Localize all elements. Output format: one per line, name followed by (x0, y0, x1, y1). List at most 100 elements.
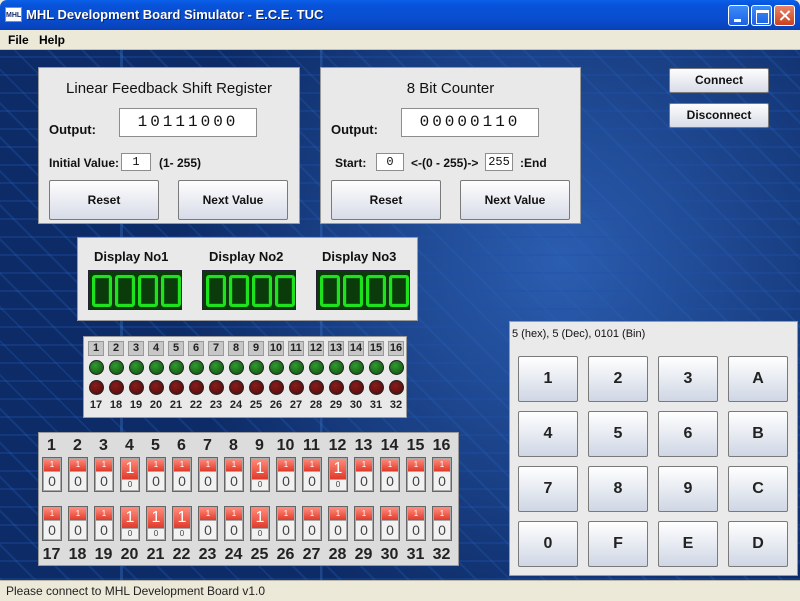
led-number-bottom: 29 (329, 399, 343, 411)
switch-on-side: 1 (330, 508, 346, 520)
keypad-key-7[interactable]: 7 (518, 466, 578, 512)
switch-number-bottom: 19 (94, 546, 113, 563)
lfsr-next-button[interactable]: Next Value (178, 180, 288, 220)
menu-bar: File Help (0, 30, 800, 50)
keypad-key-3[interactable]: 3 (658, 356, 718, 402)
switch-number-top: 7 (203, 437, 212, 454)
led-number-top: 10 (268, 341, 284, 356)
dip-switch-top[interactable]: 10 (198, 457, 218, 492)
led-number-top: 11 (288, 341, 304, 356)
dip-switch-top[interactable]: 10 (276, 457, 296, 492)
switch-off-side: 0 (44, 521, 60, 539)
switch-off-side: 0 (408, 521, 424, 539)
dip-switch-bottom[interactable]: 10 (302, 506, 322, 541)
menu-help[interactable]: Help (39, 33, 65, 47)
lfsr-reset-button[interactable]: Reset (49, 180, 159, 220)
connect-button[interactable]: Connect (669, 68, 769, 93)
dip-switch-top[interactable]: 10 (42, 457, 62, 492)
lfsr-initial-input[interactable]: 1 (121, 153, 151, 171)
keypad-key-9[interactable]: 9 (658, 466, 718, 512)
keypad-key-b[interactable]: B (728, 411, 788, 457)
dip-switch-bottom[interactable]: 10 (432, 506, 452, 541)
dip-switch-bottom[interactable]: 10 (224, 506, 244, 541)
dip-switch-top[interactable]: 10 (406, 457, 426, 492)
title-bar[interactable]: MHL MHL Development Board Simulator - E.… (0, 0, 800, 30)
counter-start-input[interactable]: 0 (376, 153, 404, 171)
dip-switch-bottom[interactable]: 10 (328, 506, 348, 541)
dip-switch-top[interactable]: 10 (94, 457, 114, 492)
counter-end-input[interactable]: 255 (485, 153, 513, 171)
dip-switch-top[interactable]: 10 (354, 457, 374, 492)
keypad-key-6[interactable]: 6 (658, 411, 718, 457)
segment-digit (206, 275, 226, 307)
switch-on-side: 1 (122, 459, 138, 479)
lfsr-title: Linear Feedback Shift Register (66, 80, 272, 97)
dip-switch-top[interactable]: 10 (146, 457, 166, 492)
dip-switch-top[interactable]: 10 (68, 457, 88, 492)
dip-switch-bottom[interactable]: 10 (94, 506, 114, 541)
dip-switch-bottom[interactable]: 10 (146, 506, 166, 541)
dip-switch-bottom[interactable]: 10 (250, 506, 270, 541)
keypad-key-1[interactable]: 1 (518, 356, 578, 402)
dip-switch-top[interactable]: 10 (302, 457, 322, 492)
lfsr-initial-label: Initial Value: (49, 156, 120, 170)
dip-switch-bottom[interactable]: 10 (380, 506, 400, 541)
dip-switch-bottom[interactable]: 10 (276, 506, 296, 541)
led-red (109, 380, 124, 395)
dip-switch-bottom[interactable]: 10 (68, 506, 88, 541)
led-green (169, 360, 184, 375)
switch-number-top: 8 (229, 437, 238, 454)
keypad-key-a[interactable]: A (728, 356, 788, 402)
switch-on-side: 1 (408, 459, 424, 471)
switch-off-side: 0 (226, 472, 242, 490)
dip-switch-top[interactable]: 10 (328, 457, 348, 492)
led-red (89, 380, 104, 395)
keypad-key-8[interactable]: 8 (588, 466, 648, 512)
dip-switch-top[interactable]: 10 (380, 457, 400, 492)
dip-switch-bottom[interactable]: 10 (42, 506, 62, 541)
keypad-key-5[interactable]: 5 (588, 411, 648, 457)
dip-switch-top[interactable]: 10 (120, 457, 140, 492)
dip-switch-top[interactable]: 10 (432, 457, 452, 492)
keypad-key-e[interactable]: E (658, 521, 718, 567)
counter-output-field: 00000110 (401, 108, 539, 137)
keypad-key-f[interactable]: F (588, 521, 648, 567)
switch-on-side: 1 (96, 459, 112, 471)
counter-reset-button[interactable]: Reset (331, 180, 441, 220)
dip-switch-top[interactable]: 10 (250, 457, 270, 492)
minimize-button[interactable] (728, 5, 749, 26)
keypad-key-c[interactable]: C (728, 466, 788, 512)
switch-number-top: 14 (380, 437, 399, 454)
led-green (129, 360, 144, 375)
switch-off-side: 0 (174, 529, 190, 539)
led-number-top: 2 (108, 341, 124, 356)
disconnect-button[interactable]: Disconnect (669, 103, 769, 128)
segment-digit (366, 275, 386, 307)
dip-switch-bottom[interactable]: 10 (406, 506, 426, 541)
close-button[interactable] (774, 5, 795, 26)
led-green (189, 360, 204, 375)
keypad-key-2[interactable]: 2 (588, 356, 648, 402)
counter-next-button[interactable]: Next Value (460, 180, 570, 220)
maximize-button[interactable] (751, 5, 772, 26)
dip-switch-bottom[interactable]: 10 (172, 506, 192, 541)
switch-on-side: 1 (148, 459, 164, 471)
dip-switch-top[interactable]: 10 (224, 457, 244, 492)
dip-switch-bottom[interactable]: 10 (198, 506, 218, 541)
switch-number-bottom: 25 (250, 546, 269, 563)
segment-digit (161, 275, 181, 307)
seven-segment-display-2 (202, 270, 296, 310)
keypad-key-d[interactable]: D (728, 521, 788, 567)
switch-number-top: 6 (177, 437, 186, 454)
switch-on-side: 1 (44, 508, 60, 520)
keypad-panel: 5 (hex), 5 (Dec), 0101 (Bin) 123A 456B 789… (509, 321, 798, 576)
menu-file[interactable]: File (8, 33, 29, 47)
led-red (249, 380, 264, 395)
dip-switch-top[interactable]: 10 (172, 457, 192, 492)
keypad-key-4[interactable]: 4 (518, 411, 578, 457)
led-green (249, 360, 264, 375)
dip-switch-bottom[interactable]: 10 (120, 506, 140, 541)
dip-switch-bottom[interactable]: 10 (354, 506, 374, 541)
led-red (309, 380, 324, 395)
keypad-key-0[interactable]: 0 (518, 521, 578, 567)
